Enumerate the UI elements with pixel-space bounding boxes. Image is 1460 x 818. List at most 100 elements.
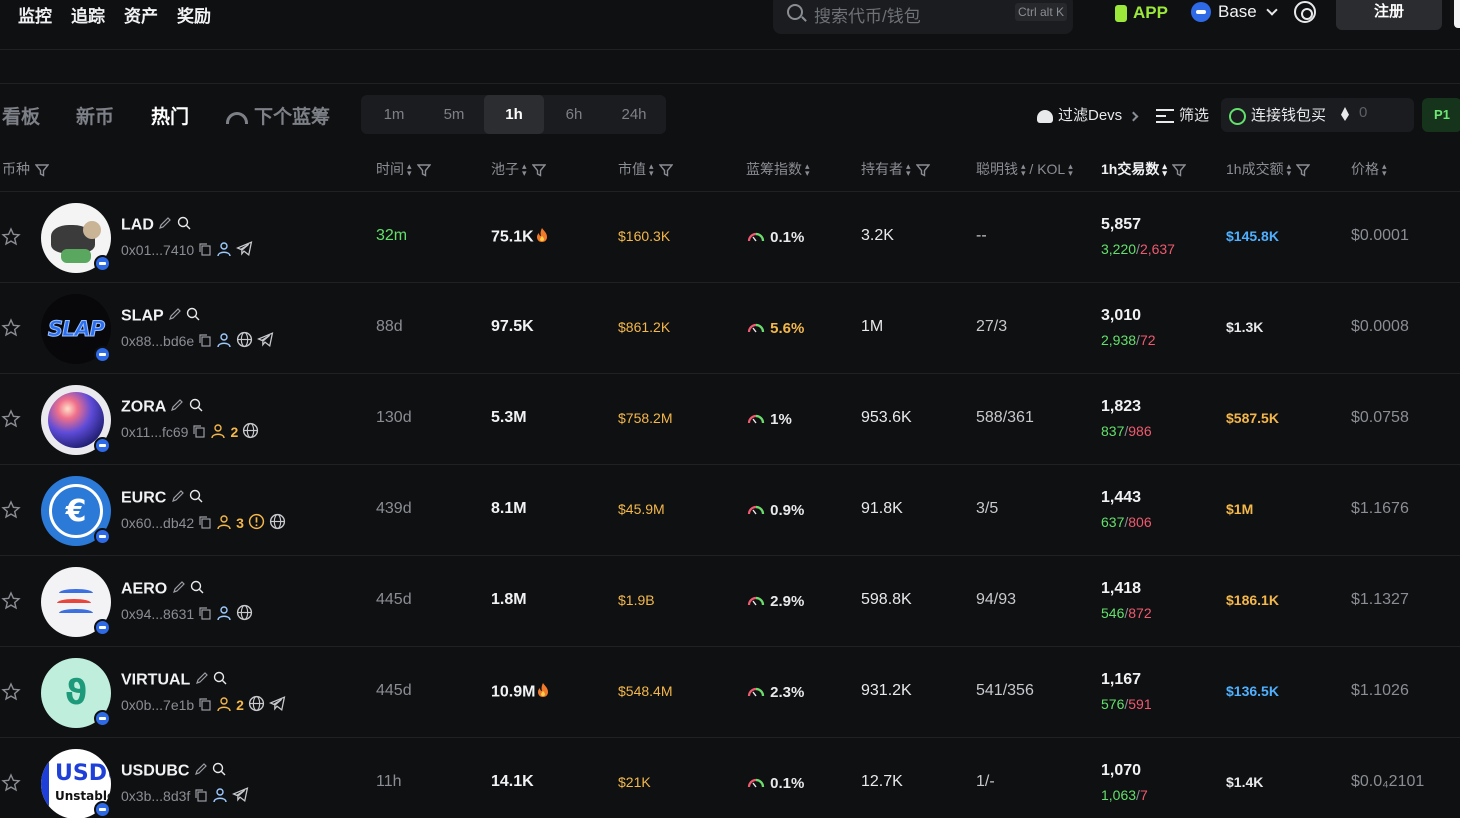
- token-symbol: LAD: [121, 216, 154, 234]
- col-pool-label: 池子: [491, 161, 519, 177]
- funnel-icon[interactable]: [658, 163, 673, 177]
- star-icon[interactable]: [1, 773, 21, 798]
- pencil-icon[interactable]: [172, 580, 186, 599]
- nav-assets[interactable]: 资产: [124, 2, 158, 27]
- pencil-icon[interactable]: [168, 307, 182, 326]
- search-icon[interactable]: [212, 762, 226, 781]
- telegram-icon[interactable]: [257, 331, 274, 351]
- token-symbol-cell[interactable]: AERO: [121, 580, 204, 599]
- token-symbol-cell[interactable]: ZORA: [121, 398, 203, 417]
- copy-icon[interactable]: [198, 242, 212, 259]
- search-icon[interactable]: [190, 580, 204, 599]
- connect-buy-label: 连接钱包买: [1251, 107, 1327, 124]
- chain-selector[interactable]: Base: [1191, 2, 1278, 22]
- smart-kol-count: 1/-: [976, 773, 995, 790]
- globe-icon[interactable]: [248, 695, 265, 715]
- gear-icon[interactable]: [1294, 1, 1316, 23]
- token-symbol-cell[interactable]: EURC: [121, 489, 203, 508]
- sort-icon: ▴ ▾: [407, 161, 412, 179]
- search-icon[interactable]: [186, 307, 200, 326]
- telegram-icon[interactable]: [268, 695, 286, 715]
- col-price[interactable]: 价格 ▴ ▾: [1351, 159, 1387, 179]
- star-icon[interactable]: [1, 409, 21, 434]
- tab-new-coins[interactable]: 新币: [76, 102, 114, 129]
- copy-icon[interactable]: [192, 424, 206, 441]
- col-coin[interactable]: 币种: [2, 159, 49, 179]
- funnel-icon[interactable]: [416, 163, 431, 177]
- table-row[interactable]: LAD 0x01...7410 32m 75.1K $160.3K 0.1% 3.2K -…: [0, 191, 1460, 282]
- table-row[interactable]: ZORA 0x11...fc69 2 130d 5.3M $758.2M 1% 953.6…: [0, 373, 1460, 464]
- timeframe-1m[interactable]: 1m: [364, 95, 424, 134]
- register-button[interactable]: 注册: [1336, 0, 1442, 30]
- copy-icon[interactable]: [194, 788, 208, 805]
- edge-button[interactable]: [1454, 0, 1460, 28]
- pencil-icon[interactable]: [170, 398, 184, 417]
- copy-icon[interactable]: [198, 515, 212, 532]
- funnel-icon[interactable]: [531, 163, 546, 177]
- telegram-icon[interactable]: [232, 786, 249, 806]
- nav-rewards[interactable]: 奖励: [177, 2, 211, 27]
- search-icon[interactable]: [189, 489, 203, 508]
- star-icon[interactable]: [1, 318, 21, 343]
- screen-button[interactable]: 筛选: [1156, 104, 1209, 125]
- timeframe-24h[interactable]: 24h: [604, 95, 664, 134]
- nav-monitor[interactable]: 监控: [18, 2, 52, 27]
- globe-icon[interactable]: [236, 331, 253, 351]
- funnel-icon[interactable]: [1171, 163, 1186, 177]
- timeframe-5m[interactable]: 5m: [424, 95, 484, 134]
- col-tx[interactable]: 1h交易数 ▴ ▾: [1101, 159, 1186, 179]
- col-holders[interactable]: 持有者 ▴ ▾: [861, 159, 930, 179]
- pencil-icon[interactable]: [194, 762, 208, 781]
- table-row[interactable]: € EURC 0x60...db42 3 439d 8.1M $45.9M 0.9% 91.…: [0, 464, 1460, 555]
- nav-track[interactable]: 追踪: [71, 2, 105, 27]
- copy-icon[interactable]: [198, 333, 212, 350]
- tab-next-bluechip[interactable]: 下个蓝筹: [226, 102, 330, 129]
- table-row[interactable]: USDUUnstableUSDUBC 0x3b...8d3f11h14.1K$2…: [0, 737, 1460, 818]
- connect-wallet-buy[interactable]: 连接钱包买: [1229, 104, 1326, 125]
- col-mcap[interactable]: 市值 ▴ ▾: [618, 159, 673, 179]
- col-pool[interactable]: 池子 ▴ ▾: [491, 159, 546, 179]
- table-row[interactable]: ϑ VIRTUAL 0x0b...7e1b 2 445d 10.9M $548.4M 2.…: [0, 646, 1460, 737]
- star-icon[interactable]: [1, 227, 21, 252]
- table-row[interactable]: AERO 0x94...8631 445d 1.8M $1.9B 2.9% 598.8K…: [0, 555, 1460, 646]
- col-vol[interactable]: 1h成交额 ▴ ▾: [1226, 159, 1311, 179]
- search-icon[interactable]: [177, 216, 191, 235]
- copy-icon[interactable]: [198, 606, 212, 623]
- star-icon[interactable]: [1, 500, 21, 525]
- funnel-icon[interactable]: [35, 163, 49, 177]
- chevron-right-icon: [1128, 111, 1139, 121]
- filter-devs-button[interactable]: 过滤Devs: [1037, 104, 1139, 125]
- star-icon[interactable]: [1, 591, 21, 616]
- token-symbol-cell[interactable]: LAD: [121, 216, 191, 235]
- token-symbol-cell[interactable]: VIRTUAL: [121, 671, 227, 690]
- tab-dashboard[interactable]: 看板: [2, 102, 40, 129]
- app-button[interactable]: APP: [1115, 3, 1168, 23]
- token-symbol-cell[interactable]: SLAP: [121, 307, 200, 326]
- timeframe-1h[interactable]: 1h: [484, 95, 544, 134]
- telegram-icon[interactable]: [236, 240, 253, 260]
- buy-amount-input[interactable]: 0: [1359, 104, 1367, 121]
- table-row[interactable]: SLAP SLAP 0x88...bd6e 88d 97.5K $861.2K 5.6%…: [0, 282, 1460, 373]
- pencil-icon[interactable]: [171, 489, 185, 508]
- globe-icon[interactable]: [242, 422, 259, 442]
- copy-icon[interactable]: [198, 697, 212, 714]
- search-icon[interactable]: [213, 671, 227, 690]
- pencil-icon[interactable]: [195, 671, 209, 690]
- col-time[interactable]: 时间 ▴ ▾: [376, 159, 431, 179]
- search-icon[interactable]: [189, 398, 203, 417]
- preset-button[interactable]: P1: [1422, 98, 1460, 132]
- search-input[interactable]: 搜索代币/钱包: [814, 2, 921, 27]
- tab-hot[interactable]: 热门: [151, 102, 189, 129]
- globe-icon[interactable]: [269, 513, 286, 533]
- star-icon[interactable]: [1, 682, 21, 707]
- col-smart-kol[interactable]: 聪明钱 ▴ ▾ / KOL ▴ ▾: [976, 159, 1073, 179]
- base-chain-badge-icon: [94, 255, 111, 272]
- token-symbol-cell[interactable]: USDUBC: [121, 762, 226, 781]
- search-box[interactable]: 搜索代币/钱包 Ctrl alt K: [773, 0, 1073, 34]
- funnel-icon[interactable]: [1296, 163, 1311, 177]
- col-bluechip[interactable]: 蓝筹指数 ▴ ▾: [746, 159, 810, 179]
- pencil-icon[interactable]: [158, 216, 172, 235]
- timeframe-6h[interactable]: 6h: [544, 95, 604, 134]
- funnel-icon[interactable]: [915, 163, 930, 177]
- globe-icon[interactable]: [236, 604, 253, 624]
